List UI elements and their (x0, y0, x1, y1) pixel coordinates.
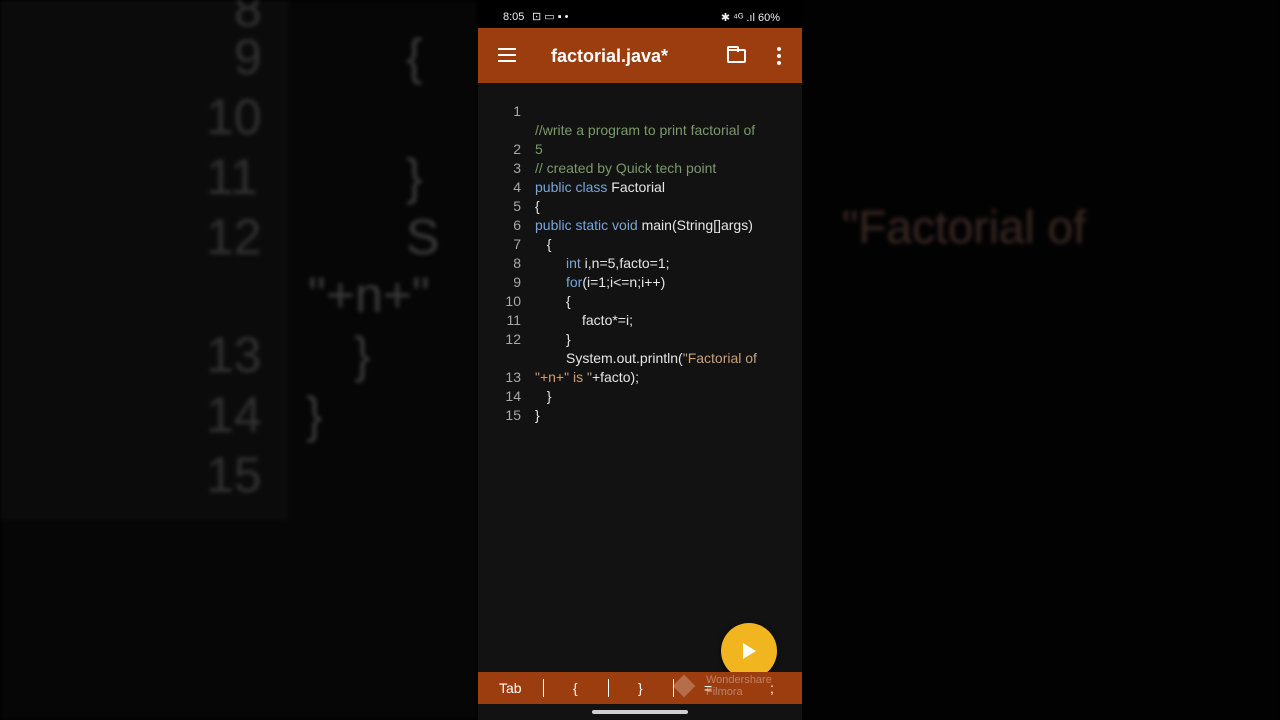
backdrop-left: 8 9 10 11 12 13 14 15 { } S "+n+" } } (0, 0, 478, 720)
file-title: factorial.java* (551, 46, 669, 66)
play-icon (743, 643, 756, 659)
extra-keys-bar: Tab { } = ; Wondershare Filmora (478, 672, 802, 704)
backdrop-right: "Factorial of (802, 0, 1280, 720)
backdrop-code: } (306, 387, 323, 443)
backdrop-code: } (354, 327, 371, 383)
watermark-line: Wondershare (706, 674, 772, 686)
more-vertical-icon[interactable] (777, 47, 781, 68)
key-close-brace[interactable]: } (638, 680, 643, 696)
backdrop-code: { (406, 29, 423, 85)
home-indicator[interactable] (592, 710, 688, 714)
code-editor[interactable]: 1 //write a program to print factorial o… (478, 83, 802, 672)
backdrop-line-number: 10 (206, 89, 262, 145)
backdrop-line-number: 15 (206, 447, 262, 503)
backdrop-code: } (406, 149, 423, 205)
key-separator (543, 679, 544, 697)
phone-screen: 8:05 ⊡ ▭ ▪ • ✱ ⁴ᴳ .ıl 60% factorial.java… (478, 0, 802, 720)
backdrop-code: S (406, 209, 440, 265)
watermark: Wondershare Filmora (672, 672, 796, 704)
key-separator (608, 679, 609, 697)
status-time: 8:05 (503, 11, 525, 23)
backdrop-line-number: 13 (206, 327, 262, 383)
status-right: ✱ ⁴ᴳ .ıl 60% (720, 12, 780, 24)
line-number: 15 (505, 407, 521, 423)
status-bar: 8:05 ⊡ ▭ ▪ • ✱ ⁴ᴳ .ıl 60% (478, 0, 802, 28)
run-button[interactable] (721, 623, 777, 679)
filmora-logo-icon (672, 674, 696, 698)
backdrop-right-text: "Factorial of (842, 201, 1086, 253)
backdrop-line-number: 12 (206, 209, 262, 265)
key-tab[interactable]: Tab (499, 680, 522, 696)
backdrop-line-number: 9 (234, 29, 262, 85)
key-open-brace[interactable]: { (573, 680, 578, 696)
app-bar: factorial.java* (478, 28, 802, 83)
backdrop-code: "+n+" (308, 267, 430, 323)
code-line: 15 (478, 387, 802, 463)
status-notification-icons: ⊡ ▭ ▪ • (532, 11, 569, 23)
folder-icon[interactable] (727, 46, 746, 63)
hamburger-menu-icon[interactable] (498, 48, 516, 62)
watermark-line: Filmora (706, 686, 743, 698)
backdrop-line-number: 14 (206, 387, 262, 443)
backdrop-line-number: 11 (206, 149, 258, 205)
